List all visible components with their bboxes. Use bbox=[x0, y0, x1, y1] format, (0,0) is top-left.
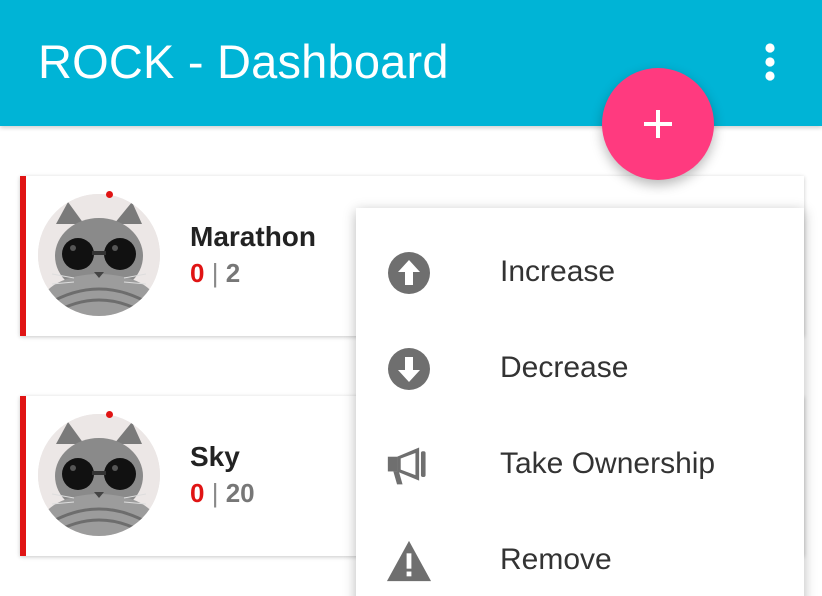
app-screen: ROCK - Dashboard Marathon 0 | 2 Sky 0 | … bbox=[0, 0, 822, 596]
total-count: 20 bbox=[225, 478, 255, 508]
cat-sunglasses-image bbox=[38, 194, 160, 316]
avatar-wrapper bbox=[38, 191, 160, 316]
page-title: ROCK - Dashboard bbox=[38, 35, 449, 88]
arrow-down-circle-icon bbox=[388, 348, 430, 390]
stats-separator: | bbox=[211, 478, 219, 508]
menu-item-label: Take Ownership bbox=[500, 447, 716, 480]
context-menu: Increase Decrease Take Ownership Remove bbox=[356, 208, 804, 596]
total-count: 2 bbox=[225, 258, 241, 288]
stats-separator: | bbox=[211, 258, 219, 288]
menu-item-label: Remove bbox=[500, 543, 612, 576]
status-dot bbox=[106, 411, 113, 418]
menu-item-take-ownership[interactable]: Take Ownership bbox=[356, 416, 804, 512]
card-stats: 0 | 20 bbox=[190, 478, 255, 508]
menu-item-remove[interactable]: Remove bbox=[356, 512, 804, 596]
warning-icon bbox=[386, 540, 432, 582]
menu-item-label: Increase bbox=[500, 255, 616, 288]
card-stats: 0 | 2 bbox=[190, 258, 240, 288]
cat-sunglasses-image bbox=[38, 414, 160, 536]
status-dot bbox=[106, 191, 113, 198]
plus-icon bbox=[644, 110, 672, 138]
arrow-up-circle-icon bbox=[388, 252, 430, 294]
menu-item-label: Decrease bbox=[500, 351, 629, 384]
avatar-wrapper bbox=[38, 411, 160, 536]
megaphone-icon bbox=[387, 447, 426, 485]
current-count: 0 bbox=[190, 258, 205, 288]
menu-item-decrease[interactable]: Decrease bbox=[356, 320, 804, 416]
avatar bbox=[38, 414, 160, 536]
card-title: Sky bbox=[190, 441, 240, 472]
add-button[interactable] bbox=[602, 68, 714, 180]
menu-item-increase[interactable]: Increase bbox=[356, 224, 804, 320]
card-title: Marathon bbox=[190, 221, 316, 252]
current-count: 0 bbox=[190, 478, 205, 508]
avatar bbox=[38, 194, 160, 316]
more-vert-icon[interactable] bbox=[752, 38, 788, 86]
